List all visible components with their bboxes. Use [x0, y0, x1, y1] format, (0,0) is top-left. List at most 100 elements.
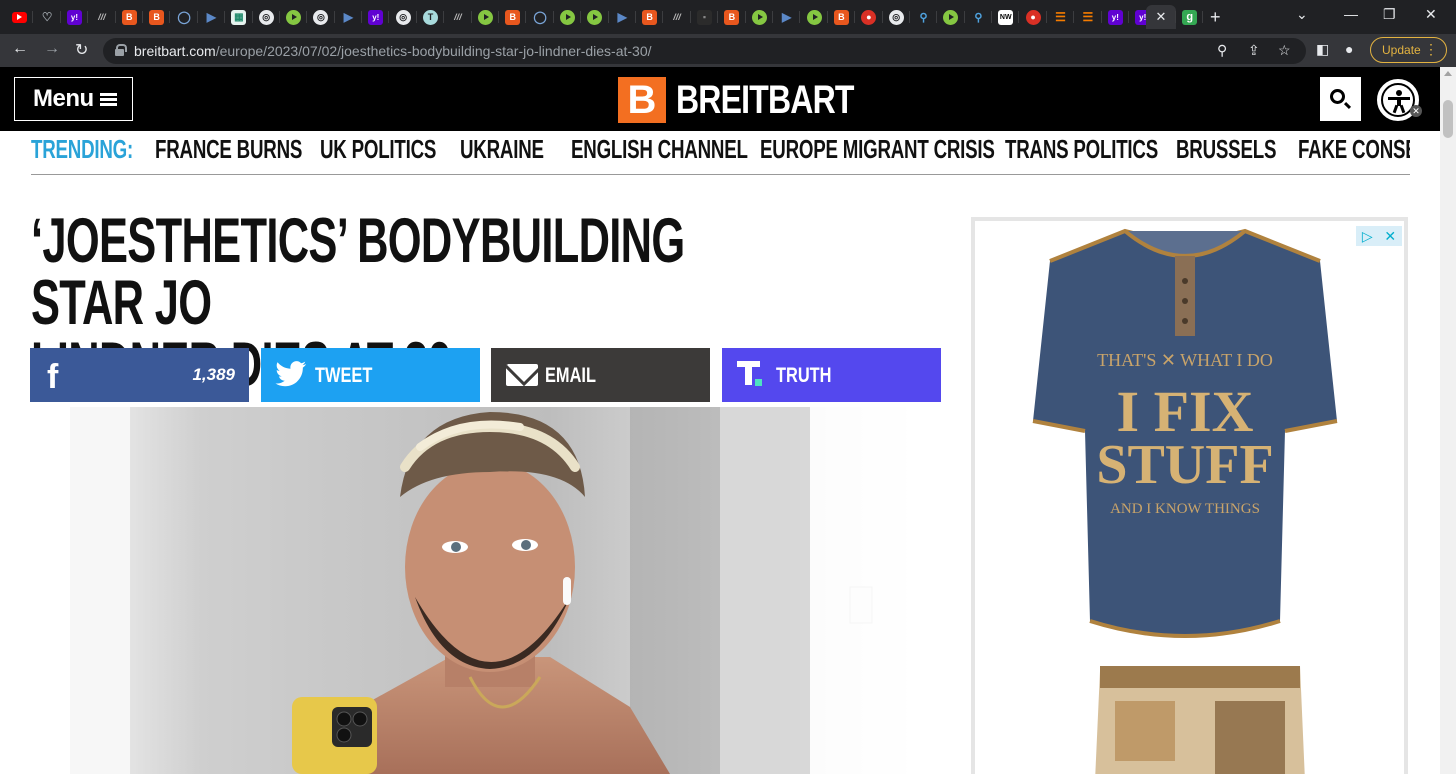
tab-search-icon[interactable]: ⌄: [1296, 6, 1308, 23]
zoom-icon[interactable]: ⚲: [1217, 42, 1227, 59]
trending-item-france-burns[interactable]: FRANCE BURNS: [155, 135, 302, 163]
ad-close-icon[interactable]: ✕: [1384, 228, 1396, 245]
wiki-icon: ///: [98, 12, 106, 22]
update-button[interactable]: Update ⋮: [1370, 37, 1447, 63]
browser-tab[interactable]: [937, 5, 966, 29]
browser-tab[interactable]: NW: [992, 5, 1020, 29]
url-text[interactable]: breitbart.com/europe/2023/07/02/joesthet…: [134, 43, 652, 59]
browser-tab[interactable]: B: [636, 5, 664, 29]
shield-icon: ◯: [533, 10, 547, 24]
scroll-thumb[interactable]: [1443, 100, 1453, 138]
yahoo-icon: y!: [66, 9, 82, 25]
wiki-icon: ///: [454, 12, 462, 22]
scroll-up-arrow-icon[interactable]: [1444, 71, 1452, 76]
search-button[interactable]: [1320, 77, 1361, 121]
browser-tab[interactable]: ●: [855, 5, 883, 29]
profile-icon[interactable]: ●: [1345, 41, 1353, 57]
headline-line-1: ‘JOESTHETICS’ BODYBUILDING STAR JO: [31, 206, 685, 338]
trending-item-fake-conservatives[interactable]: FAKE CONSERV: [1298, 135, 1410, 163]
adchoices-icon[interactable]: ▷: [1362, 228, 1373, 245]
bookmark-icon: ☰: [1082, 10, 1094, 24]
menu-button[interactable]: Menu: [14, 77, 133, 121]
lock-icon[interactable]: [115, 44, 127, 56]
close-accessibility-icon[interactable]: ✕: [1410, 105, 1422, 117]
browser-tab[interactable]: ♡: [33, 5, 62, 29]
trending-item-uk-politics[interactable]: UK POLITICS: [320, 135, 436, 163]
browser-tab[interactable]: ◎: [307, 5, 336, 29]
browser-tab[interactable]: B: [828, 5, 856, 29]
qr-icon: ▦: [231, 9, 247, 25]
browser-tab[interactable]: ///: [88, 5, 116, 29]
browser-tab[interactable]: ◎: [253, 5, 281, 29]
browser-tab[interactable]: ◎: [389, 5, 418, 29]
browser-tab[interactable]: ⚲: [910, 5, 938, 29]
restore-icon[interactable]: ❐: [1383, 6, 1396, 23]
page-scrollbar[interactable]: [1440, 67, 1456, 774]
trending-item-trans-politics[interactable]: TRANS POLITICS: [1005, 135, 1158, 163]
breitbart-icon: B: [505, 9, 521, 25]
reload-icon[interactable]: ↻: [75, 40, 88, 60]
browser-tab[interactable]: [581, 5, 609, 29]
browser-tab[interactable]: B: [718, 5, 746, 29]
browser-tab[interactable]: B: [116, 5, 144, 29]
minimize-icon[interactable]: —: [1344, 6, 1358, 22]
email-share-button[interactable]: EMAIL: [491, 348, 710, 402]
browser-tab[interactable]: y!: [362, 5, 390, 29]
share-icon[interactable]: ⇪: [1248, 42, 1260, 59]
article-photo[interactable]: [70, 407, 940, 774]
bookmark-star-icon[interactable]: ☆: [1278, 42, 1291, 59]
browser-tab[interactable]: T: [417, 5, 445, 29]
browser-tab[interactable]: ◯: [170, 5, 199, 29]
truth-social-share-button[interactable]: TRUTH: [722, 348, 941, 402]
trending-item-brussels[interactable]: BRUSSELS: [1176, 135, 1276, 163]
active-tab[interactable]: ✕: [1146, 5, 1176, 29]
tab-grammarly[interactable]: g: [1176, 5, 1204, 29]
accessibility-button[interactable]: ✕: [1375, 77, 1422, 123]
address-bar[interactable]: breitbart.com/europe/2023/07/02/joesthet…: [103, 38, 1306, 64]
browser-tab[interactable]: ///: [444, 5, 473, 29]
trending-item-ukraine[interactable]: UKRAINE: [460, 135, 544, 163]
window-close-icon[interactable]: ✕: [1425, 6, 1437, 23]
browser-tab[interactable]: ▶: [609, 5, 637, 29]
browser-tab[interactable]: [280, 5, 308, 29]
browser-tab[interactable]: B: [499, 5, 527, 29]
back-arrow-icon[interactable]: ←: [12, 40, 28, 58]
search-icon: [1330, 89, 1345, 104]
browser-tab[interactable]: ◯: [526, 5, 555, 29]
mic-icon: ●: [861, 9, 877, 25]
advertisement[interactable]: ▷ ✕ THAT'S ✕ WHAT I DO I FIX STUFF AND I…: [971, 217, 1408, 774]
browser-tab[interactable]: [746, 5, 774, 29]
site-logo[interactable]: B BREITBART: [618, 77, 898, 123]
browser-tab[interactable]: ▪: [691, 5, 719, 29]
browser-tab[interactable]: [472, 5, 500, 29]
browser-tab[interactable]: B: [143, 5, 171, 29]
new-tab-button[interactable]: +: [1210, 7, 1221, 28]
browser-tab[interactable]: ●: [1019, 5, 1048, 29]
trending-item-english-channel[interactable]: ENGLISH CHANNEL: [571, 135, 748, 163]
browser-tab[interactable]: ▦: [225, 5, 253, 29]
browser-tab[interactable]: [6, 5, 34, 29]
tweet-button[interactable]: TWEET: [261, 348, 480, 402]
browser-tab[interactable]: [554, 5, 582, 29]
more-menu-icon[interactable]: ⋮: [1424, 41, 1438, 58]
browser-tab[interactable]: ⚲: [965, 5, 993, 29]
ad-choices[interactable]: ▷ ✕: [1356, 226, 1402, 246]
facebook-icon: f: [47, 358, 59, 396]
browser-tab[interactable]: ☰: [1047, 5, 1075, 29]
close-tab-icon[interactable]: ✕: [1156, 9, 1167, 25]
browser-tab[interactable]: ☰: [1074, 5, 1103, 29]
browser-tab[interactable]: y!: [61, 5, 89, 29]
side-panel-icon[interactable]: ◧: [1316, 41, 1329, 58]
hamburger-icon: [100, 93, 117, 106]
forward-arrow-icon[interactable]: →: [44, 40, 60, 58]
browser-tab[interactable]: [800, 5, 829, 29]
browser-tab[interactable]: ◎: [883, 5, 911, 29]
trending-item-europe-migrant-crisis[interactable]: EUROPE MIGRANT CRISIS: [760, 135, 995, 163]
facebook-share-button[interactable]: f 1,389: [30, 348, 249, 402]
browser-tab[interactable]: ▶: [773, 5, 801, 29]
browser-tab[interactable]: ▶: [198, 5, 226, 29]
browser-tab[interactable]: y!: [1102, 5, 1130, 29]
rumble-icon: [806, 9, 822, 25]
browser-tab[interactable]: ///: [663, 5, 692, 29]
browser-tab[interactable]: ▶: [335, 5, 363, 29]
